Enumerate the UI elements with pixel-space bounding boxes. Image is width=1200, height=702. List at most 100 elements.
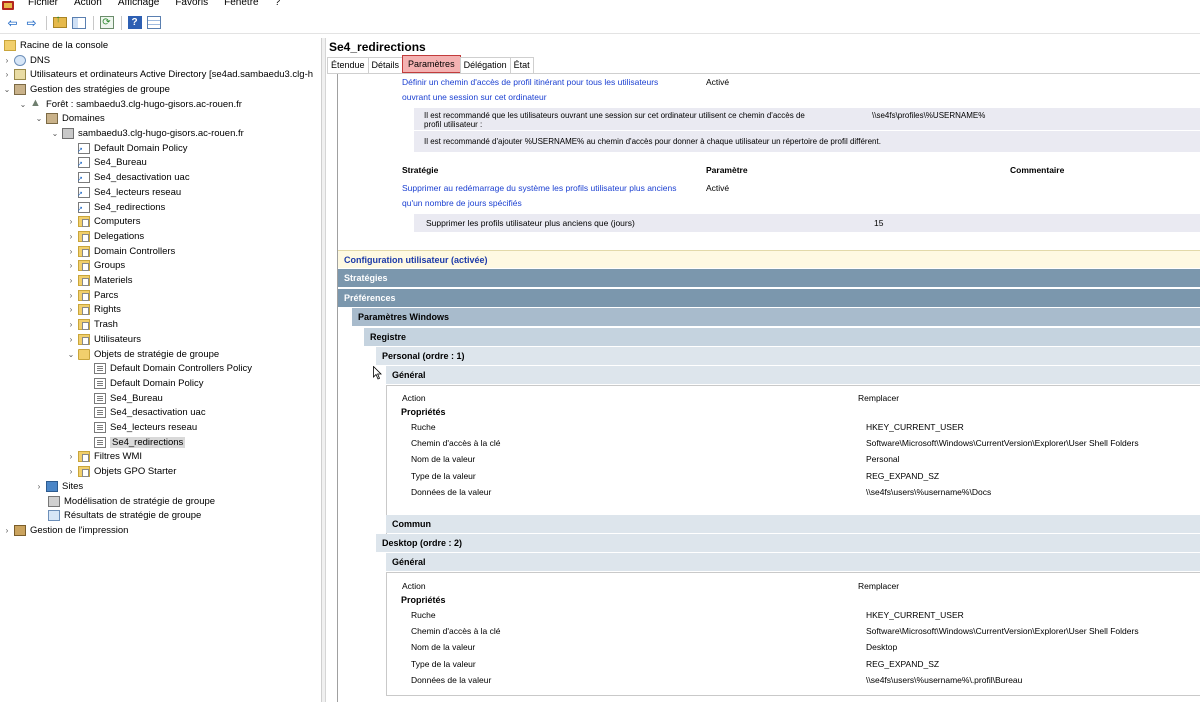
chevron-right-icon[interactable]: ›	[66, 335, 76, 344]
tree-item-root[interactable]: Racine de la console	[2, 38, 108, 53]
tree-item-gpo-folder[interactable]: ⌄ Objets de stratégie de groupe	[66, 347, 219, 362]
registry-header[interactable]: Registre	[364, 328, 1200, 346]
tab-delegation[interactable]: Délégation	[459, 57, 511, 73]
tab-etat[interactable]: État	[509, 57, 534, 73]
panel-icon[interactable]	[145, 14, 162, 31]
windows-params-header[interactable]: Paramètres Windows	[352, 308, 1200, 326]
tree-item-ou[interactable]: › Delegations	[66, 229, 144, 244]
chevron-down-icon[interactable]: ⌄	[2, 85, 12, 94]
tree-item-ou[interactable]: › Rights	[66, 303, 121, 318]
gpo-link-icon	[77, 201, 90, 213]
console-tree-icon[interactable]	[70, 14, 87, 31]
chevron-right-icon[interactable]: ›	[66, 261, 76, 270]
pane-splitter[interactable]	[322, 38, 326, 702]
policy-note-cont: profil utilisateur :	[424, 120, 483, 129]
refresh-icon[interactable]: ⟳	[98, 14, 115, 31]
tree-item-gpo[interactable]: Default Domain Controllers Policy	[92, 361, 252, 376]
gpo-icon	[94, 363, 106, 375]
tree-item-ou[interactable]: › Domain Controllers	[66, 244, 175, 259]
chevron-down-icon[interactable]: ⌄	[34, 114, 44, 123]
tree-label: Racine de la console	[20, 39, 109, 51]
mmc-app-icon[interactable]	[2, 1, 14, 10]
tree-item-wmi[interactable]: › Filtres WMI	[66, 450, 142, 465]
policy-link-roaming-profile-cont[interactable]: ouvrant une session sur cet ordinateur	[402, 92, 547, 102]
desktop-header[interactable]: Desktop (ordre : 2)	[376, 534, 1200, 552]
details-pane: Se4_redirections Étendue Détails Paramèt…	[327, 38, 1200, 702]
tree-item-gpo[interactable]: Se4_lecteurs reseau	[92, 420, 197, 435]
tree-item-print[interactable]: › Gestion de l'impression	[2, 523, 128, 538]
gpo-link-icon	[77, 157, 90, 169]
tree-item-ou[interactable]: › Computers	[66, 214, 140, 229]
chevron-down-icon[interactable]: ⌄	[18, 100, 28, 109]
tree-item-results[interactable]: Résultats de stratégie de groupe	[46, 508, 201, 523]
chevron-down-icon[interactable]: ⌄	[66, 350, 76, 359]
tree-item-gpo[interactable]: Default Domain Policy	[92, 376, 203, 391]
general-header[interactable]: Général	[386, 553, 1200, 571]
tree-item-domain[interactable]: ⌄ sambaedu3.clg-hugo-gisors.ac-rouen.fr	[50, 126, 244, 141]
tree-item-gpo-selected[interactable]: Se4_redirections	[92, 435, 186, 450]
chevron-right-icon[interactable]: ›	[2, 70, 12, 79]
chevron-right-icon[interactable]: ›	[66, 217, 76, 226]
tree-label: Se4_lecteurs reseau	[110, 422, 198, 434]
tree-item-link[interactable]: Se4_Bureau	[76, 156, 147, 171]
chevron-right-icon[interactable]: ›	[66, 247, 76, 256]
starter-gpo-icon	[78, 466, 90, 478]
tree-item-link[interactable]: Se4_redirections	[76, 200, 165, 215]
tree-item-gpo[interactable]: Se4_Bureau	[92, 391, 163, 406]
menu-help[interactable]: ?	[267, 0, 289, 8]
tree-item-ou[interactable]: › Groups	[66, 259, 125, 274]
tree-item-gpo[interactable]: Se4_desactivation uac	[92, 406, 206, 421]
forward-arrow-icon[interactable]: ⇨	[23, 14, 40, 31]
tab-etendue[interactable]: Étendue	[327, 57, 369, 73]
tab-parametres[interactable]: Paramètres	[402, 55, 461, 73]
gpo-icon	[94, 436, 106, 448]
gpm-icon	[14, 83, 26, 95]
chevron-right-icon[interactable]: ›	[66, 276, 76, 285]
tree-item-gpm[interactable]: ⌄ Gestion des stratégies de groupe	[2, 82, 170, 97]
tree-item-aduc[interactable]: › Utilisateurs et ordinateurs Active Dir…	[2, 67, 313, 82]
tree-item-starter[interactable]: › Objets GPO Starter	[66, 464, 176, 479]
menu-action[interactable]: Action	[66, 0, 110, 8]
menu-favoris[interactable]: Favoris	[167, 0, 216, 8]
chevron-down-icon[interactable]: ⌄	[50, 129, 60, 138]
folder-up-icon[interactable]	[51, 14, 68, 31]
tree-item-ou[interactable]: › Parcs	[66, 288, 118, 303]
tree-item-ou[interactable]: › Trash	[66, 317, 118, 332]
personal-header[interactable]: Personal (ordre : 1)	[376, 347, 1200, 365]
tree-item-modeling[interactable]: Modélisation de stratégie de groupe	[46, 494, 215, 509]
back-arrow-icon[interactable]: ⇦	[4, 14, 21, 31]
strategies-header[interactable]: Stratégies	[338, 269, 1200, 287]
common-header[interactable]: Commun	[386, 515, 1200, 533]
tree-item-link[interactable]: Default Domain Policy	[76, 141, 187, 156]
tree-item-link[interactable]: Se4_lecteurs reseau	[76, 185, 181, 200]
chevron-right-icon[interactable]: ›	[66, 452, 76, 461]
menu-affichage[interactable]: Affichage	[110, 0, 168, 8]
menu-fichier[interactable]: Fichier	[20, 0, 66, 8]
tree-item-forest[interactable]: ⌄ Forêt : sambaedu3.clg-hugo-gisors.ac-r…	[18, 97, 242, 112]
menu-fenetre[interactable]: Fenêtre	[216, 0, 266, 8]
chevron-right-icon[interactable]: ›	[2, 526, 12, 535]
tree-item-sites[interactable]: › Sites	[34, 479, 83, 494]
tree-item-dns[interactable]: › DNS	[2, 53, 50, 68]
chevron-right-icon[interactable]: ›	[66, 467, 76, 476]
chevron-right-icon[interactable]: ›	[66, 291, 76, 300]
user-config-header[interactable]: Configuration utilisateur (activée)	[338, 250, 1200, 268]
prop-label-value-name: Nom de la valeur	[411, 454, 476, 464]
chevron-right-icon[interactable]: ›	[66, 305, 76, 314]
policy-link-delete-profiles-cont[interactable]: qu'un nombre de jours spécifiés	[402, 198, 522, 208]
tree-item-ou[interactable]: › Utilisateurs	[66, 332, 141, 347]
tree-item-ou[interactable]: › Materiels	[66, 273, 133, 288]
chevron-right-icon[interactable]: ›	[34, 482, 44, 491]
prop-label-key-path: Chemin d'accès à la clé	[411, 626, 501, 636]
tab-details[interactable]: Détails	[367, 57, 404, 73]
help-icon[interactable]: ?	[126, 14, 143, 31]
policy-link-delete-profiles[interactable]: Supprimer au redémarrage du système les …	[402, 183, 677, 193]
chevron-right-icon[interactable]: ›	[66, 320, 76, 329]
general-header[interactable]: Général	[386, 366, 1200, 384]
preferences-header[interactable]: Préférences	[338, 289, 1200, 307]
tree-item-link[interactable]: Se4_desactivation uac	[76, 170, 190, 185]
tree-item-domains[interactable]: ⌄ Domaines	[34, 112, 105, 127]
policy-link-roaming-profile[interactable]: Définir un chemin d'accès de profil itin…	[402, 77, 658, 87]
chevron-right-icon[interactable]: ›	[66, 232, 76, 241]
chevron-right-icon[interactable]: ›	[2, 56, 12, 65]
